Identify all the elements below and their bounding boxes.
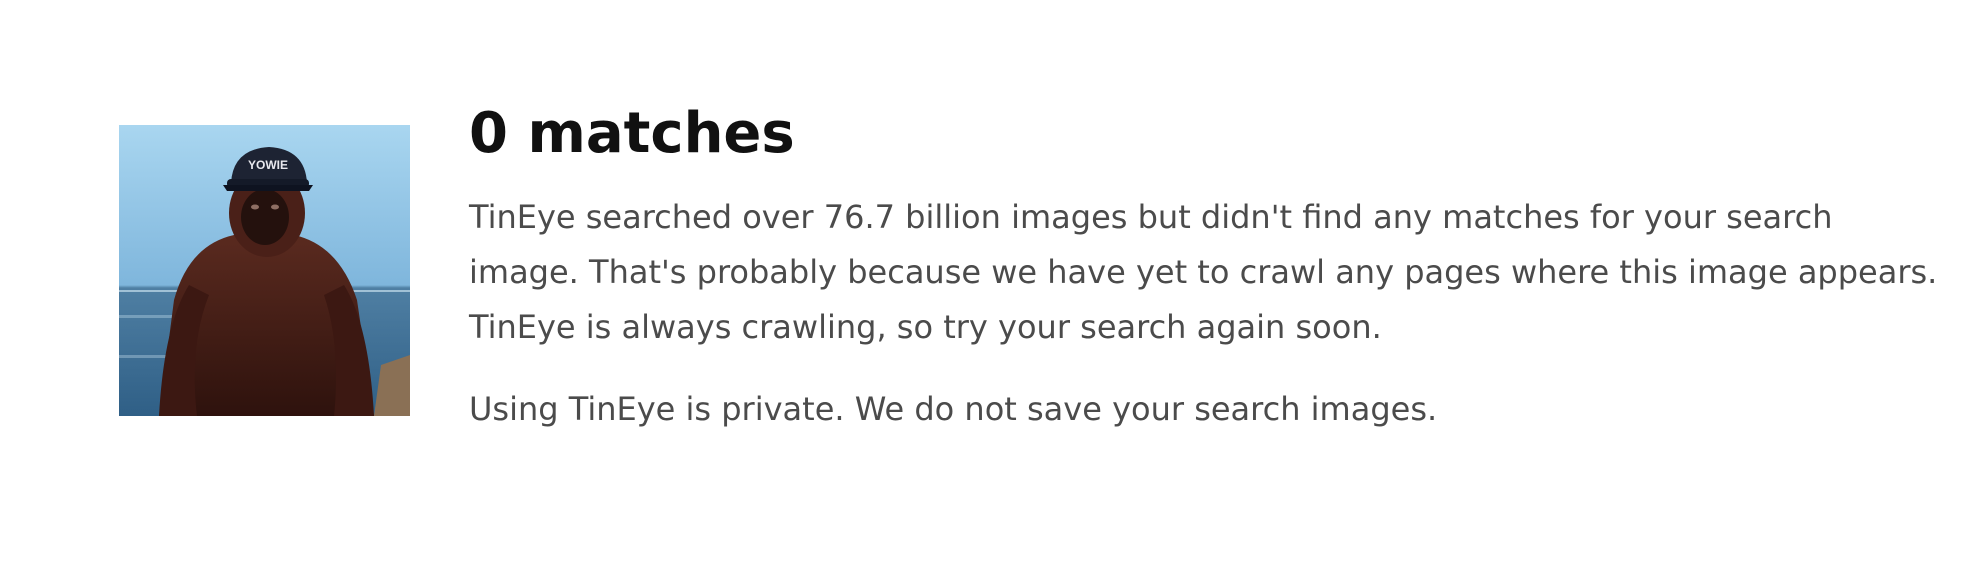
result-text-block: 0 matches TinEye searched over 76.7 bill… xyxy=(469,96,1939,437)
no-match-explanation: TinEye searched over 76.7 billion images… xyxy=(469,198,1938,346)
cap-logo: YOWIE xyxy=(248,158,288,172)
match-count-heading: 0 matches xyxy=(469,101,795,166)
search-result-panel: YOWIE 0 matches TinEye searched over 76.… xyxy=(0,0,1986,571)
privacy-note: Using TinEye is private. We do not save … xyxy=(469,390,1438,428)
search-query-image: YOWIE xyxy=(119,125,410,416)
